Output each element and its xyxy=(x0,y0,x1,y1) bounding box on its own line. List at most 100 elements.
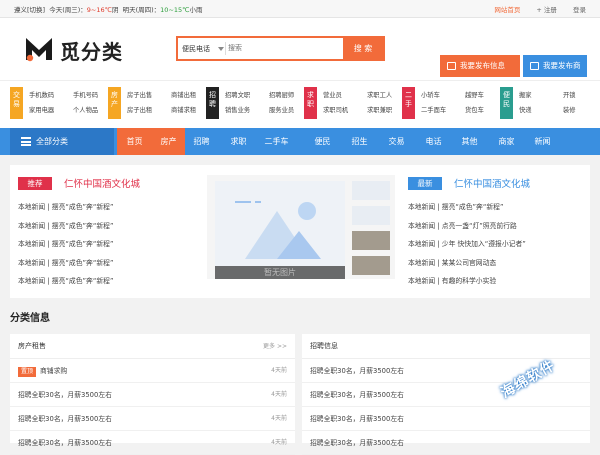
image-placeholder-icon xyxy=(235,201,321,259)
category-link[interactable]: 装修 xyxy=(563,103,600,118)
register-link[interactable]: + 注册 xyxy=(536,6,557,14)
house-box-title: 房产租售 xyxy=(18,342,46,350)
category-link[interactable]: 开锁 xyxy=(563,88,600,103)
category-link[interactable]: 手机数码 xyxy=(29,88,73,103)
homepage-link[interactable]: 网站首页 xyxy=(494,6,520,14)
thumbnail[interactable] xyxy=(352,231,390,250)
chevron-down-icon xyxy=(218,47,224,51)
tomorrow-label: 明天(周四)： xyxy=(122,6,161,14)
nav-item[interactable]: 招生 xyxy=(343,128,376,155)
category-link[interactable]: 销售业务 xyxy=(225,103,269,118)
nav-item[interactable]: 便民 xyxy=(306,128,339,155)
listing-row[interactable]: 招聘全职30名，月薪3500左右 4天前 xyxy=(10,431,295,455)
category-badge[interactable]: 便民 xyxy=(500,87,513,119)
listing-time: 4天前 xyxy=(271,415,287,422)
site-logo[interactable]: 觅分类 xyxy=(24,32,124,66)
more-link[interactable]: 更多 >> xyxy=(263,334,287,359)
weather-info: 遵义[切换] 今天(周三)：9~16℃阴 明天(周四)：10~15℃小雨 xyxy=(14,4,202,14)
nav-item[interactable]: 电话 xyxy=(417,128,450,155)
category-link[interactable]: 搬家 xyxy=(519,88,563,103)
news-item[interactable]: 本地新闻 | 摆亮“成色”奔“新程” xyxy=(408,198,588,217)
listing-title[interactable]: 招聘全职30名，月薪3500左右 xyxy=(18,415,112,423)
thumbnail[interactable] xyxy=(352,256,390,275)
category-badge[interactable]: 求职 xyxy=(304,87,317,119)
category-badge[interactable]: 招聘 xyxy=(206,87,219,119)
listing-title[interactable]: 招聘全职30名，月薪3500左右 xyxy=(18,439,112,447)
category-link[interactable]: 营业员 xyxy=(323,88,367,103)
listing-title[interactable]: 招聘全职30名，月薪3500左右 xyxy=(310,367,404,375)
category-strip: 交易 手机数码 手机号码家用电器 个人物品 房产 房子出售 商铺出租房子出租 商铺求租 招聘 招聘… xyxy=(0,80,600,128)
nav-item[interactable]: 求职 xyxy=(222,128,255,155)
listing-row[interactable]: 招聘全职30名，月薪3500左右 xyxy=(302,431,590,455)
top-bar: 遵义[切换] 今天(周三)：9~16℃阴 明天(周四)：10~15℃小雨 网站首… xyxy=(0,0,600,18)
news-item[interactable]: 本地新闻 | 摆亮“成色”奔“新程” xyxy=(18,217,198,236)
news-panel: 推荐 仁怀中国酒文化城 本地新闻 | 摆亮“成色”奔“新程” 本地新闻 | 摆亮“成… xyxy=(10,165,590,298)
news-item[interactable]: 本地新闻 | 少年 快快加入“遵报小记者” xyxy=(408,235,588,254)
placeholder-image[interactable]: 暂无图片 xyxy=(215,181,345,279)
category-link[interactable]: 小轿车 xyxy=(421,88,465,103)
edit-icon xyxy=(447,62,456,70)
category-link[interactable]: 房子出售 xyxy=(127,88,171,103)
listing-title[interactable]: 商铺求购 xyxy=(40,367,67,375)
listing-title[interactable]: 招聘全职30名，月薪3500左右 xyxy=(310,415,404,423)
post-info-label: 我要发布信息 xyxy=(460,61,505,70)
news-right-title[interactable]: 仁怀中国酒文化城 xyxy=(454,176,530,190)
post-merchant-button[interactable]: 我要发布商家 xyxy=(523,55,587,92)
listing-row[interactable]: 置顶 商铺求购 4天前 xyxy=(10,359,295,383)
tomorrow-temp: 10~15℃ xyxy=(160,6,190,14)
recommend-tag: 推荐 xyxy=(18,177,57,190)
nav-item[interactable]: 交易 xyxy=(380,128,413,155)
all-categories-button[interactable]: 全部分类 xyxy=(10,128,114,155)
today-label: 今天(周三)： xyxy=(49,6,87,14)
nav-item[interactable]: 新闻 xyxy=(526,128,559,155)
news-item[interactable]: 本地新闻 | 点亮一盏“灯”照亮前行路 xyxy=(408,217,588,236)
listing-title[interactable]: 招聘全职30名，月薪3500左右 xyxy=(310,391,404,399)
category-link[interactable]: 求职司机 xyxy=(323,103,367,118)
nav-item[interactable]: 首页 xyxy=(117,128,152,155)
category-link[interactable]: 快递 xyxy=(519,103,563,118)
news-item[interactable]: 本地新闻 | 摆亮“成色”奔“新程” xyxy=(18,272,198,291)
news-item[interactable]: 本地新闻 | 某某公司官网动态 xyxy=(408,254,588,273)
search-category-select[interactable]: 便民电话 xyxy=(182,44,210,54)
news-item[interactable]: 本地新闻 | 有趣的科学小实验 xyxy=(408,272,588,291)
category-link[interactable]: 房子出租 xyxy=(127,103,171,118)
house-listing-box: 房产租售 更多 >> 置顶 商铺求购 4天前 招聘全职30名，月薪3500左右 4天前 招聘… xyxy=(10,334,295,455)
nav-item[interactable]: 商家 xyxy=(490,128,523,155)
news-item[interactable]: 本地新闻 | 摆亮“成色”奔“新程” xyxy=(18,198,198,217)
section-title: 分类信息 xyxy=(10,313,50,324)
logo-text: 觅分类 xyxy=(60,40,123,64)
category-link[interactable]: 家用电器 xyxy=(29,103,73,118)
listing-title[interactable]: 招聘全职30名，月薪3500左右 xyxy=(310,439,404,447)
listing-row[interactable]: 招聘全职30名，月薪3500左右 4天前 xyxy=(10,407,295,431)
logo-mark-icon xyxy=(26,38,52,62)
switch-city-link[interactable]: [切换] xyxy=(27,6,45,14)
today-desc: 阴 xyxy=(111,6,119,14)
featured-image-area: 暂无图片 xyxy=(207,175,395,279)
listing-row[interactable]: 招聘全职30名，月薪3500左右 4天前 xyxy=(10,383,295,407)
news-item[interactable]: 本地新闻 | 摆亮“成色”奔“新程” xyxy=(18,235,198,254)
listing-title[interactable]: 招聘全职30名，月薪3500左右 xyxy=(18,391,112,399)
edit-icon xyxy=(530,62,539,70)
search-button[interactable]: 搜 索 xyxy=(343,38,383,59)
category-link[interactable]: 招聘文职 xyxy=(225,88,269,103)
category-link[interactable]: 二手面车 xyxy=(421,103,465,118)
nav-item[interactable]: 二手车 xyxy=(260,128,293,155)
listing-time: 4天前 xyxy=(271,391,287,398)
search-input[interactable] xyxy=(228,41,338,56)
city-name: 遵义 xyxy=(14,6,27,14)
login-link[interactable]: 登录 xyxy=(573,6,586,14)
all-categories-label: 全部分类 xyxy=(36,137,68,146)
news-item[interactable]: 本地新闻 | 摆亮“成色”奔“新程” xyxy=(18,254,198,273)
tomorrow-desc: 小雨 xyxy=(189,6,203,14)
category-badge[interactable]: 二手 xyxy=(402,87,415,119)
thumbnail[interactable] xyxy=(352,181,390,200)
thumbnail[interactable] xyxy=(352,206,390,225)
nav-item[interactable]: 招聘 xyxy=(185,128,218,155)
category-badge[interactable]: 房产 xyxy=(108,87,121,119)
news-left-title[interactable]: 仁怀中国酒文化城 xyxy=(64,176,140,190)
nav-item[interactable]: 房产 xyxy=(152,128,185,155)
nav-item[interactable]: 其他 xyxy=(453,128,486,155)
site-header: 觅分类 便民电话 搜 索 我要发布信息 我要发布商家 xyxy=(0,18,600,92)
category-badge[interactable]: 交易 xyxy=(10,87,23,119)
post-info-button[interactable]: 我要发布信息 xyxy=(440,55,520,77)
